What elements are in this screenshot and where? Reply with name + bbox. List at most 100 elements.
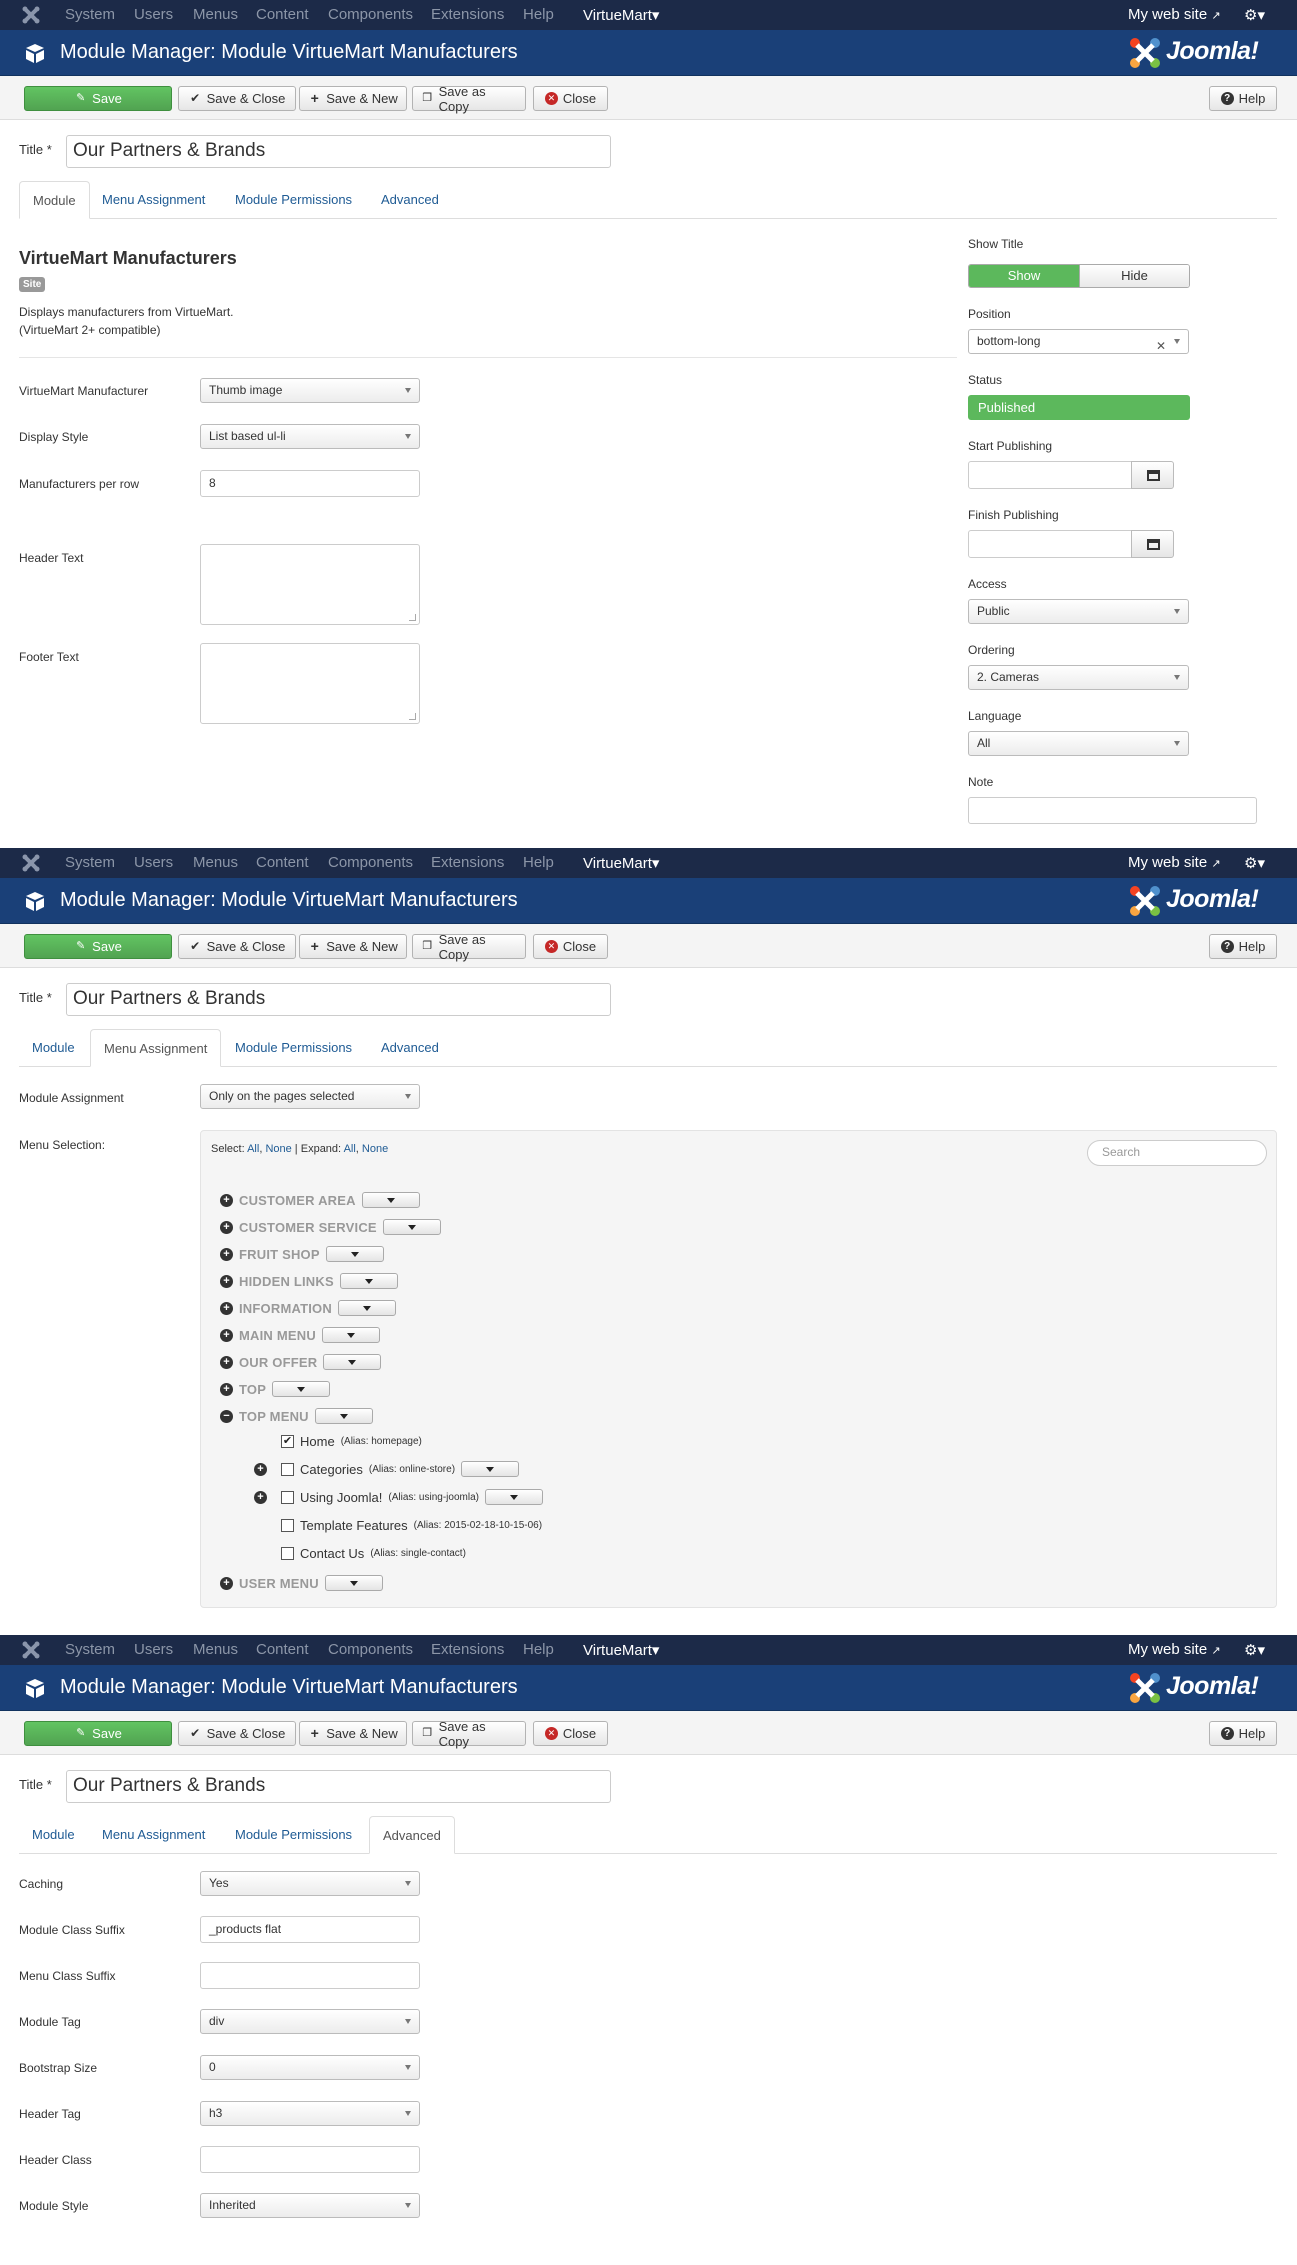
nav-virtuemart[interactable]: VirtueMart▾ [583,6,659,24]
menu-dropdown-button[interactable] [339,1273,398,1289]
save-close-button[interactable]: ✔ Save & Close [178,934,296,959]
help-button[interactable]: ? Help [1209,934,1277,959]
save-button[interactable]: ✎ Save [24,86,172,111]
tab-advanced[interactable]: Advanced [368,1029,452,1067]
my-web-site-link[interactable]: My web site ↗ [1128,1641,1221,1658]
bootstrap-size-select[interactable]: 0 [200,2055,420,2080]
nav-content[interactable]: Content [256,1641,309,1658]
tab-module[interactable]: Module [19,1029,88,1067]
expand-plus-icon[interactable]: + [220,1382,233,1396]
expand-plus-icon[interactable]: + [220,1355,233,1369]
expand-plus-icon[interactable]: + [220,1576,233,1590]
close-button[interactable]: ✕ Close [533,86,608,111]
nav-components[interactable]: Components [328,854,413,871]
expand-plus-icon[interactable]: + [254,1490,267,1504]
tab-module[interactable]: Module [19,181,90,219]
ordering-select[interactable]: 2. Cameras [968,665,1189,690]
save-new-button[interactable]: + Save & New [299,86,407,111]
finish-publishing-input[interactable] [968,530,1132,558]
nav-system[interactable]: System [65,1641,115,1658]
clear-icon[interactable]: ✕ [1156,335,1166,358]
expand-plus-icon[interactable]: + [220,1220,233,1234]
calendar-button[interactable] [1131,461,1174,489]
select-none-link[interactable]: None [265,1143,291,1155]
menu-item-checkbox[interactable] [281,1518,294,1532]
nav-users[interactable]: Users [134,6,173,23]
tab-module[interactable]: Module [19,1816,88,1854]
show-title-toggle[interactable]: Show Hide [968,264,1190,288]
close-button[interactable]: ✕ Close [533,1721,608,1746]
title-input[interactable]: Our Partners & Brands [66,1770,611,1803]
help-button[interactable]: ? Help [1209,1721,1277,1746]
header-class-input[interactable] [200,2146,420,2173]
menu-dropdown-button[interactable] [321,1327,380,1343]
save-copy-button[interactable]: ❐ Save as Copy [412,932,526,962]
tab-module-permissions[interactable]: Module Permissions [222,1816,365,1854]
close-button[interactable]: ✕ Close [533,934,608,959]
nav-components[interactable]: Components [328,6,413,23]
expand-none-link[interactable]: None [362,1143,388,1155]
tab-advanced[interactable]: Advanced [369,1816,455,1854]
nav-menus[interactable]: Menus [193,6,238,23]
expand-all-link[interactable]: All [344,1143,356,1155]
menu-dropdown-button[interactable] [337,1300,396,1316]
display-style-select[interactable]: List based ul-li [200,424,420,449]
save-close-button[interactable]: ✔ Save & Close [178,86,296,111]
nav-menus[interactable]: Menus [193,854,238,871]
save-close-button[interactable]: ✔ Save & Close [178,1721,296,1746]
header-tag-select[interactable]: h3 [200,2101,420,2126]
title-input[interactable]: Our Partners & Brands [66,135,611,168]
hide-option[interactable]: Hide [1079,265,1189,287]
my-web-site-link[interactable]: My web site ↗ [1128,854,1221,871]
nav-system[interactable]: System [65,6,115,23]
collapse-minus-icon[interactable]: − [220,1409,233,1423]
caching-select[interactable]: Yes [200,1871,420,1896]
expand-plus-icon[interactable]: + [220,1301,233,1315]
expand-plus-icon[interactable]: + [220,1274,233,1288]
menu-dropdown-button[interactable] [325,1246,384,1262]
note-input[interactable] [968,797,1257,824]
gear-icon[interactable]: ⚙▾ [1244,6,1265,24]
menu-dropdown-button[interactable] [272,1381,331,1397]
menu-class-suffix-input[interactable] [200,1962,420,1989]
nav-virtuemart[interactable]: VirtueMart▾ [583,854,659,872]
menu-item-checkbox[interactable] [281,1462,294,1476]
show-option[interactable]: Show [969,265,1079,287]
nav-extensions[interactable]: Extensions [431,854,504,871]
help-button[interactable]: ? Help [1209,86,1277,111]
access-select[interactable]: Public [968,599,1189,624]
nav-extensions[interactable]: Extensions [431,1641,504,1658]
expand-plus-icon[interactable]: + [220,1247,233,1261]
module-style-select[interactable]: Inherited [200,2193,420,2218]
per-row-input[interactable]: 8 [200,470,420,497]
nav-help[interactable]: Help [523,1641,554,1658]
nav-menus[interactable]: Menus [193,1641,238,1658]
nav-help[interactable]: Help [523,6,554,23]
save-copy-button[interactable]: ❐ Save as Copy [412,84,526,114]
gear-icon[interactable]: ⚙▾ [1244,854,1265,872]
tab-menu-assignment[interactable]: Menu Assignment [90,1029,222,1067]
tab-menu-assignment[interactable]: Menu Assignment [89,1816,218,1854]
nav-help[interactable]: Help [523,854,554,871]
menu-dropdown-button[interactable] [323,1354,382,1370]
nav-system[interactable]: System [65,854,115,871]
save-new-button[interactable]: + Save & New [299,1721,407,1746]
select-all-link[interactable]: All [247,1143,259,1155]
nav-virtuemart[interactable]: VirtueMart▾ [583,1641,659,1659]
menu-item-checkbox[interactable]: ✔ [281,1434,294,1448]
manufacturer-select[interactable]: Thumb image [200,378,420,403]
gear-icon[interactable]: ⚙▾ [1244,1641,1265,1659]
my-web-site-link[interactable]: My web site ↗ [1128,6,1221,23]
save-button[interactable]: ✎ Save [24,1721,172,1746]
menu-dropdown-button[interactable] [314,1408,373,1424]
joomla-small-icon[interactable] [20,1640,42,1660]
nav-components[interactable]: Components [328,1641,413,1658]
start-publishing-input[interactable] [968,461,1132,489]
menu-search-input[interactable]: Search [1087,1140,1267,1166]
tab-module-permissions[interactable]: Module Permissions [222,181,365,219]
nav-content[interactable]: Content [256,854,309,871]
footer-text-area[interactable] [200,643,420,724]
module-tag-select[interactable]: div [200,2009,420,2034]
tab-menu-assignment[interactable]: Menu Assignment [89,181,218,219]
menu-dropdown-button[interactable] [382,1219,441,1235]
